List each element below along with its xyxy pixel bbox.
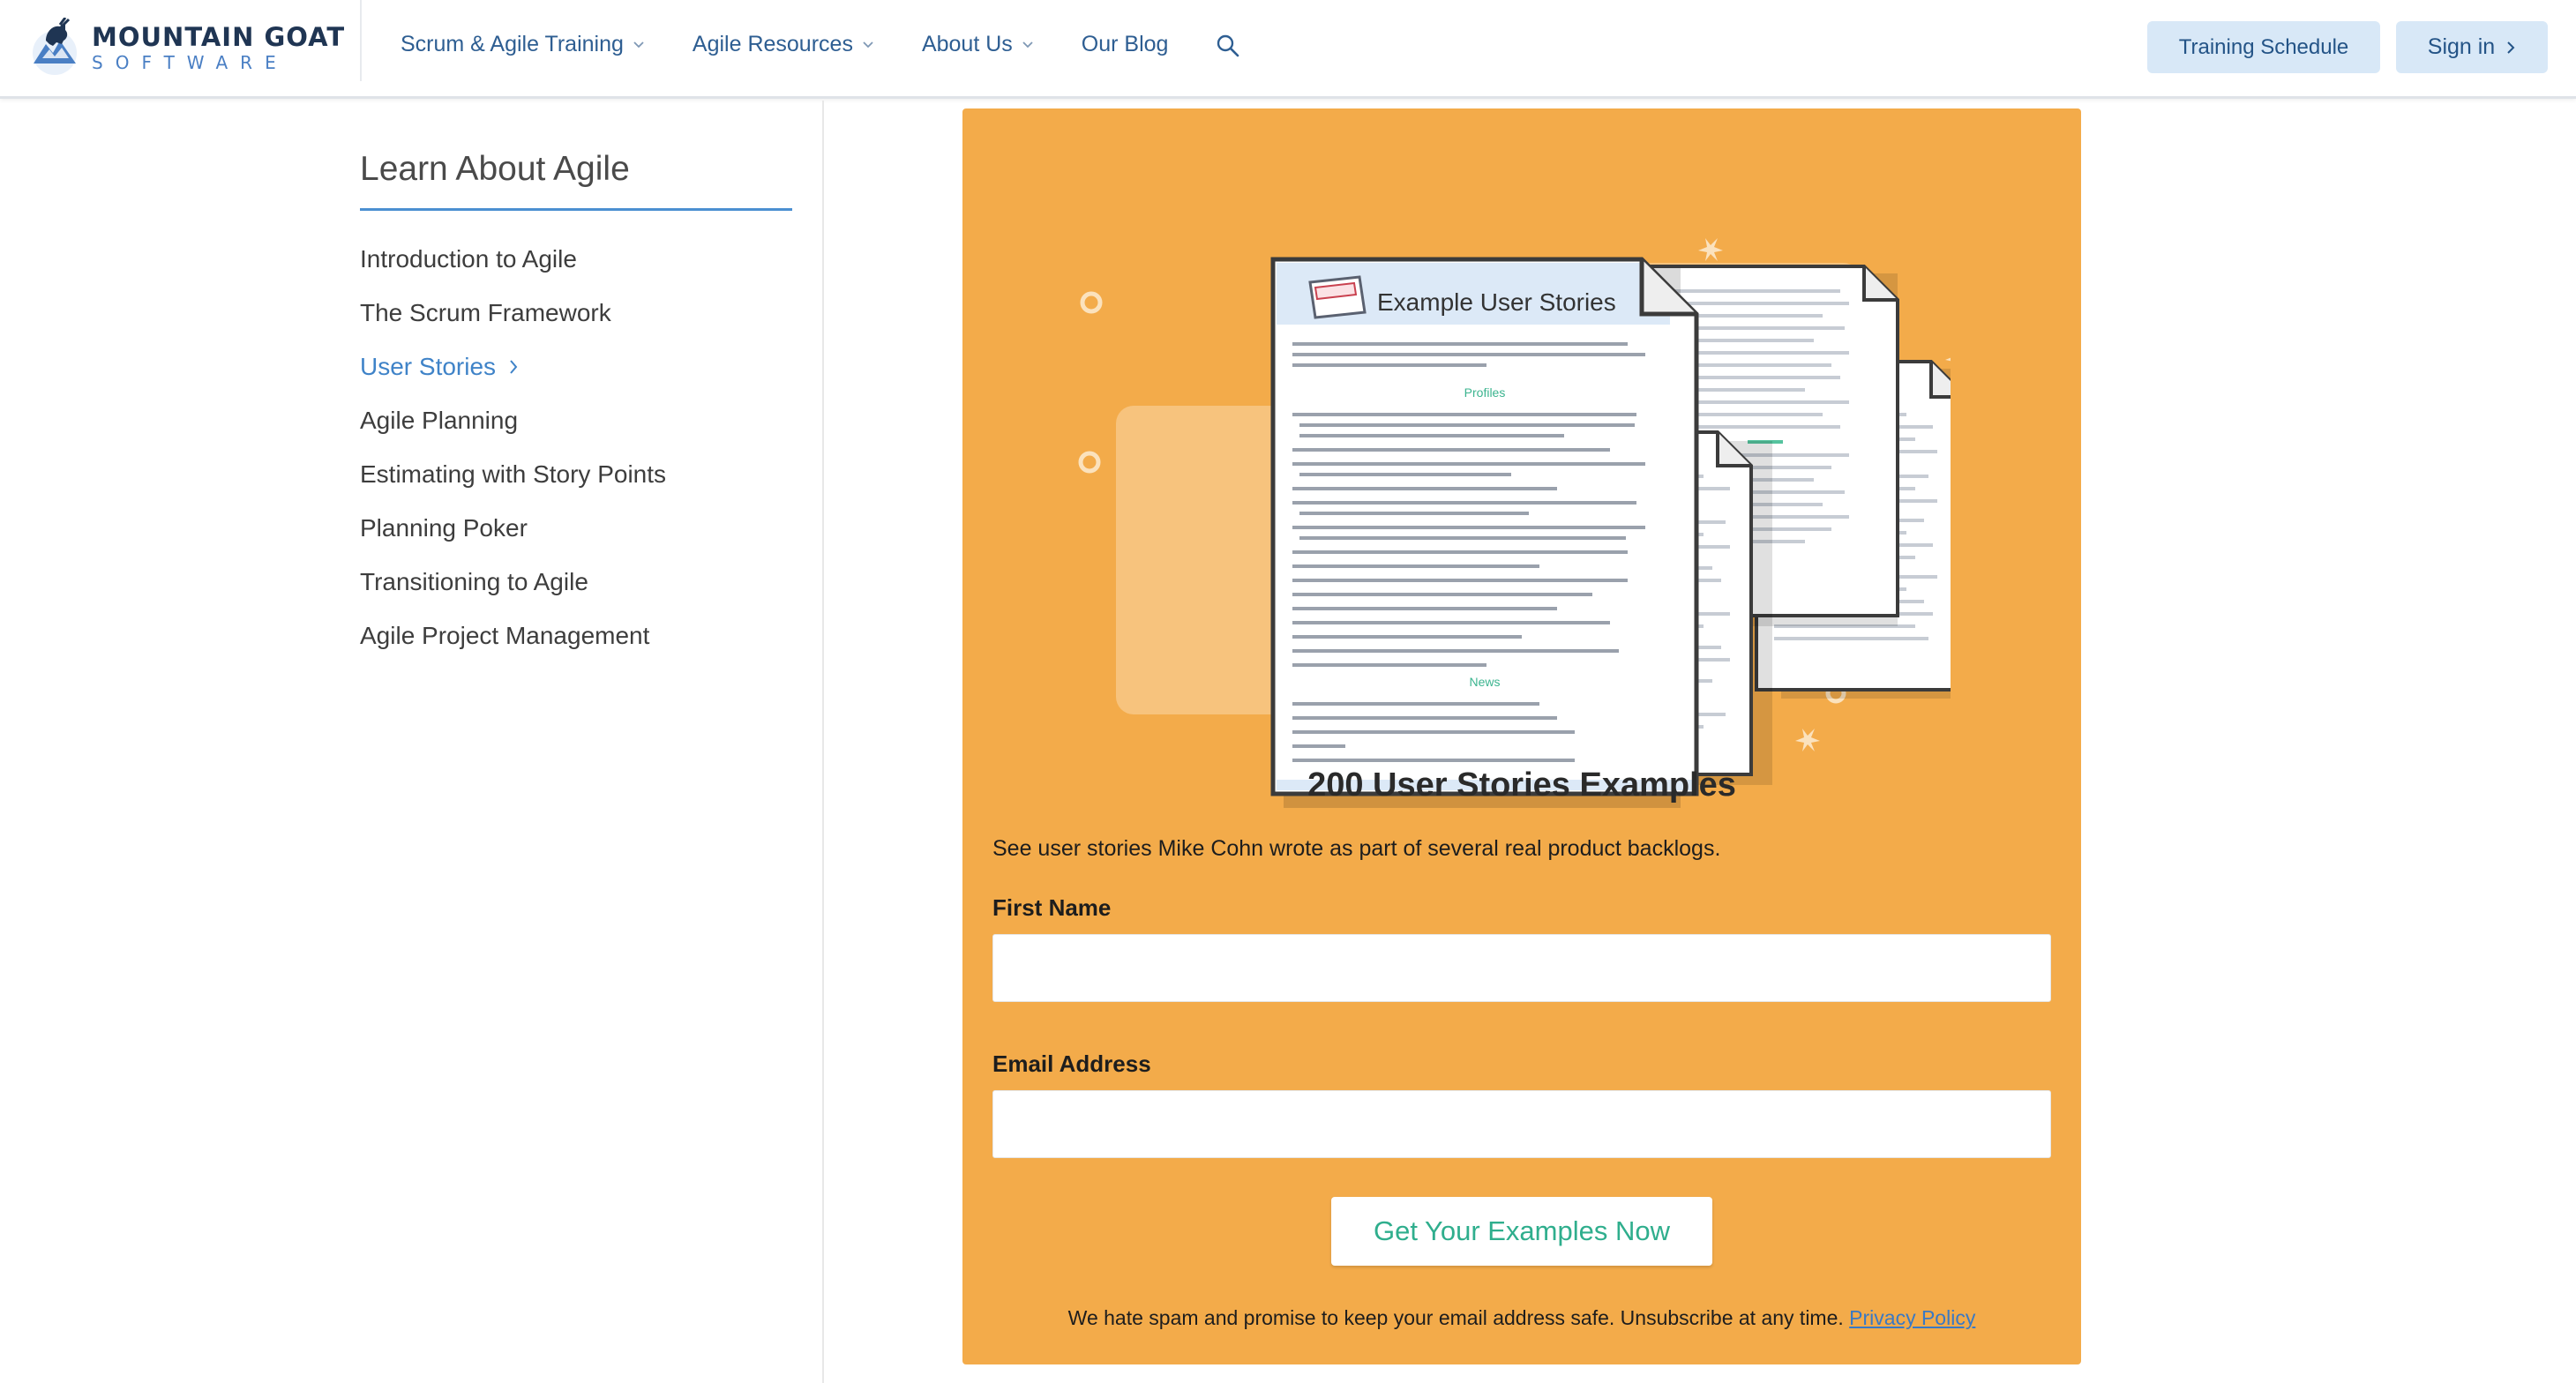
training-schedule-label: Training Schedule [2178,34,2349,59]
sidebar-item-label: Agile Planning [360,406,519,434]
content-divider [822,101,824,1383]
nav-about-us[interactable]: About Us [922,32,1034,57]
mountain-goat-logo-icon [33,18,77,75]
nav-agile-resources[interactable]: Agile Resources [693,32,874,57]
sidebar-item-planning-poker[interactable]: Planning Poker [360,501,792,555]
sidebar-item-label: Estimating with Story Points [360,460,667,488]
brand-subname: SOFTWARE [92,51,288,73]
sidebar-list: Introduction to Agile The Scrum Framewor… [360,232,792,662]
nav-label: Our Blog [1081,32,1169,56]
main-nav: Scrum & Agile Training Agile Resources A… [401,32,1216,57]
chevron-right-icon [510,359,518,374]
sidebar-item-introduction-to-agile[interactable]: Introduction to Agile [360,232,792,286]
brand-logo[interactable]: MOUNTAIN GOAT SOFTWARE [30,16,345,79]
get-examples-label: Get Your Examples Now [1373,1215,1670,1246]
header-divider [360,0,362,81]
card-title: 200 User Stories Examples [1307,766,1736,804]
sidebar-item-agile-project-management[interactable]: Agile Project Management [360,609,792,662]
first-name-field[interactable] [992,934,2051,1002]
nav-label: Scrum & Agile Training [401,32,624,56]
nav-our-blog[interactable]: Our Blog [1082,32,1169,57]
nav-label: About Us [921,32,1013,56]
search-icon[interactable] [1216,34,1240,58]
first-name-label: First Name [992,894,1112,921]
sidebar-item-label: User Stories [360,352,497,380]
sidebar-item-label: Introduction to Agile [360,244,577,273]
sidebar-item-label: Planning Poker [360,513,528,542]
sidebar-item-scrum-framework[interactable]: The Scrum Framework [360,286,792,340]
nav-label: Agile Resources [692,32,853,56]
chevron-down-icon [633,41,644,48]
get-examples-button[interactable]: Get Your Examples Now [1331,1197,1712,1266]
sidebar-item-label: The Scrum Framework [360,298,611,326]
user-stories-signup-card: Example User Stories Profiles News 200 U… [962,108,2081,1364]
brand-name: MOUNTAIN GOAT [92,21,346,52]
sidebar-item-user-stories[interactable]: User Stories [360,340,792,393]
privacy-policy-link[interactable]: Privacy Policy [1849,1306,1975,1329]
email-field[interactable] [992,1090,2051,1158]
sidebar-item-label: Agile Project Management [360,621,650,649]
sign-in-label: Sign in [2427,34,2496,59]
illustration-doc-header: Example User Stories [1377,288,1616,316]
illustration-section-profiles: Profiles [1464,385,1506,400]
sidebar-item-label: Transitioning to Agile [360,567,588,595]
sign-in-button[interactable]: Sign in [2396,21,2548,73]
sidebar-item-agile-planning[interactable]: Agile Planning [360,393,792,447]
nav-scrum-agile-training[interactable]: Scrum & Agile Training [401,32,645,57]
example-user-stories-illustration: Example User Stories Profiles News [1078,238,1951,808]
sidebar-item-transitioning-to-agile[interactable]: Transitioning to Agile [360,555,792,609]
chevron-down-icon [863,41,873,48]
sidebar-item-estimating-story-points[interactable]: Estimating with Story Points [360,447,792,501]
chevron-right-icon [2507,41,2515,54]
email-address-label: Email Address [992,1050,1151,1077]
sidebar-title: Learn About Agile [360,150,792,211]
sidebar: Learn About Agile Introduction to Agile … [360,150,792,662]
spam-notice: We hate spam and promise to keep your em… [962,1306,2081,1330]
chevron-down-icon [1022,41,1033,48]
site-header: MOUNTAIN GOAT SOFTWARE Scrum & Agile Tra… [0,0,2576,99]
card-description: See user stories Mike Cohn wrote as part… [992,836,1721,861]
spam-text: We hate spam and promise to keep your em… [1067,1306,1844,1329]
training-schedule-button[interactable]: Training Schedule [2147,21,2380,73]
illustration-section-news: News [1469,675,1500,689]
